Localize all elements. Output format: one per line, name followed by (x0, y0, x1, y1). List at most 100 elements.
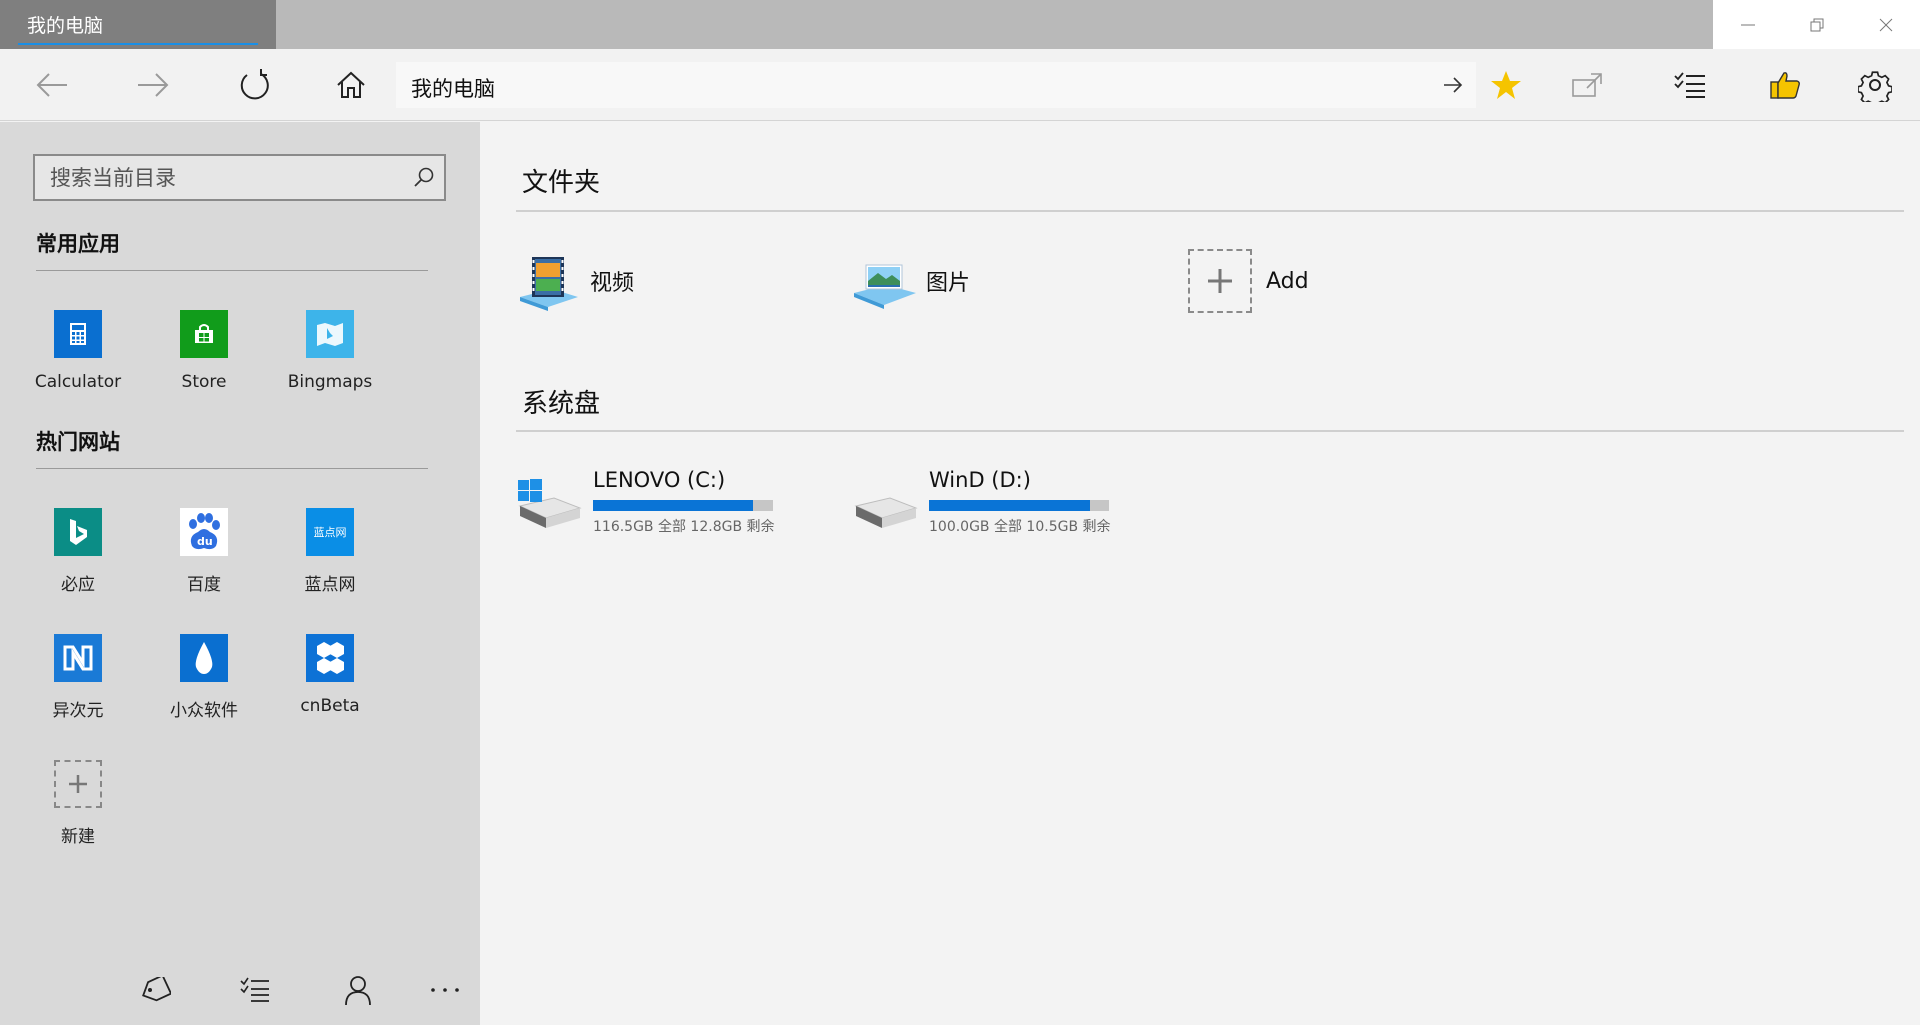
home-icon (337, 71, 365, 98)
map-icon (306, 310, 354, 358)
new-site-button[interactable]: 新建 (15, 760, 141, 870)
main-content: 文件夹 视频 图片 Add 系统盘 LENOVO (C:) 116.5GB 全部… (480, 122, 1920, 1025)
app-label: Store (181, 372, 227, 392)
tab-bar: 我的电脑 (0, 0, 1920, 49)
sidebar: 常用应用 Calculator Store Bingmaps 热门网站 必应 d… (0, 122, 480, 1025)
restore-button[interactable] (1782, 0, 1851, 49)
site-appinn[interactable]: 小众软件 (141, 634, 267, 744)
store-icon (180, 310, 228, 358)
user-icon (345, 976, 371, 1006)
baidu-icon: du (180, 508, 228, 556)
add-folder-button[interactable]: Add (1188, 246, 1309, 316)
landian-logo-text: 蓝点网 (313, 526, 347, 539)
window-controls (1713, 0, 1920, 49)
tab-active-indicator (18, 43, 258, 45)
reading-list-button[interactable] (1660, 49, 1720, 121)
favorite-button[interactable] (1476, 49, 1536, 121)
bing-icon (54, 508, 102, 556)
forward-button[interactable] (123, 49, 183, 121)
minimize-button[interactable] (1713, 0, 1782, 49)
system-drive-icon (518, 479, 582, 528)
like-button[interactable] (1755, 49, 1815, 121)
app-label: 小众软件 (170, 701, 238, 721)
back-button[interactable] (22, 49, 82, 121)
tag-icon (142, 977, 171, 1002)
folder-pictures[interactable]: 图片 (852, 246, 970, 316)
drive-name: LENOVO (C:) (593, 468, 726, 492)
drive-usage-bar (593, 500, 773, 511)
calculator-icon (54, 310, 102, 358)
drive-info: 116.5GB 全部 12.8GB 剩余 (593, 519, 775, 535)
arrow-right-icon (138, 73, 169, 97)
list-button[interactable] (230, 970, 280, 1010)
arrow-left-icon (36, 73, 67, 97)
account-button[interactable] (333, 970, 383, 1010)
app-store[interactable]: Store (141, 310, 267, 420)
app-bingmaps[interactable]: Bingmaps (267, 310, 393, 420)
section-title-apps: 常用应用 (36, 232, 120, 256)
app-calculator[interactable]: Calculator (15, 310, 141, 420)
divider (516, 430, 1904, 432)
app-label: 新建 (61, 827, 95, 847)
section-title-folders: 文件夹 (522, 168, 601, 198)
app-label: cnBeta (300, 696, 360, 716)
tab-my-computer[interactable]: 我的电脑 (0, 0, 276, 49)
app-label: 蓝点网 (304, 575, 356, 595)
more-button[interactable] (420, 970, 470, 1010)
water-drop-icon (180, 634, 228, 682)
close-icon (1879, 18, 1892, 31)
folder-videos[interactable]: 视频 (516, 246, 634, 316)
address-text: 我的电脑 (411, 77, 495, 101)
close-button[interactable] (1851, 0, 1920, 49)
minimize-icon (1740, 24, 1755, 25)
app-label: 百度 (187, 575, 221, 595)
add-icon (54, 760, 102, 808)
app-label: Calculator (34, 372, 122, 392)
iplaysoft-icon (54, 634, 102, 682)
site-bing[interactable]: 必应 (15, 508, 141, 618)
divider (516, 210, 1904, 212)
list-check-icon (240, 977, 269, 1002)
address-bar[interactable]: 我的电脑 (396, 62, 1476, 108)
refresh-icon (240, 69, 269, 100)
drive-usage-fill (929, 500, 1091, 511)
app-label: Bingmaps (287, 372, 373, 392)
site-landian[interactable]: 蓝点网 蓝点网 (267, 508, 393, 618)
star-icon (1491, 71, 1521, 99)
search-box (33, 154, 446, 201)
divider (36, 270, 428, 271)
list-check-icon (1674, 72, 1705, 98)
video-folder-icon (520, 257, 578, 311)
drive-info: 100.0GB 全部 10.5GB 剩余 (929, 519, 1111, 535)
site-cnbeta[interactable]: cnBeta (267, 634, 393, 744)
landian-icon: 蓝点网 (306, 508, 354, 556)
site-baidu[interactable]: du 百度 (141, 508, 267, 618)
restore-icon (1810, 18, 1823, 31)
toolbar: 我的电脑 (0, 49, 1920, 121)
share-button[interactable] (1557, 49, 1617, 121)
home-button[interactable] (321, 49, 381, 121)
gear-icon (1858, 71, 1892, 102)
go-button[interactable] (1438, 70, 1468, 100)
folder-label: 视频 (590, 271, 635, 296)
drive-usage-bar (929, 500, 1109, 511)
thumbs-up-icon (1770, 72, 1800, 99)
app-label: 异次元 (52, 701, 104, 721)
search-button[interactable] (412, 166, 436, 190)
settings-button[interactable] (1845, 49, 1905, 121)
drive-usage-fill (593, 500, 754, 511)
app-label: 必应 (61, 575, 95, 595)
hard-drive-icon (854, 497, 918, 528)
more-icon (431, 988, 459, 992)
arrow-right-icon (1444, 77, 1463, 93)
tag-button[interactable] (130, 970, 180, 1010)
site-iplaysoft[interactable]: 异次元 (15, 634, 141, 744)
drive-name: WinD (D:) (929, 468, 1031, 492)
refresh-button[interactable] (225, 49, 285, 121)
search-input[interactable] (35, 156, 395, 199)
divider (36, 468, 428, 469)
add-icon (1188, 249, 1252, 313)
svg-text:du: du (197, 535, 213, 548)
picture-folder-icon (854, 264, 916, 309)
share-icon (1572, 73, 1602, 97)
